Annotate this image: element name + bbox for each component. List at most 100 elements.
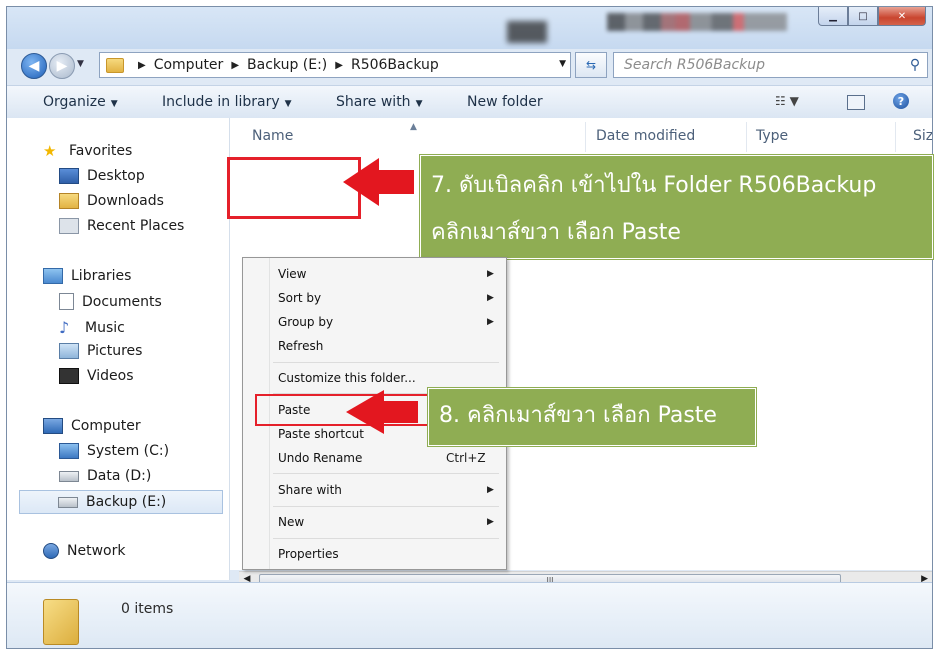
share-with-button[interactable]: Share with ▼ <box>336 94 422 110</box>
nav-documents[interactable]: Documents <box>59 293 162 310</box>
nav-music[interactable]: ♪ Music <box>59 318 125 337</box>
chevron-right-icon[interactable]: ▶ <box>231 60 239 71</box>
nav-label: Downloads <box>87 193 164 209</box>
nav-backup-e[interactable]: Backup (E:) <box>19 490 223 514</box>
nav-data-d[interactable]: Data (D:) <box>59 468 151 484</box>
include-in-library-label: Include in library <box>162 94 280 110</box>
computer-icon <box>43 418 63 434</box>
blurred-background <box>507 21 547 43</box>
command-bar: Organize ▼ Include in library ▼ Share with… <box>7 85 932 119</box>
change-view-icon[interactable]: ☷ ▼ <box>775 94 799 108</box>
share-with-label: Share with <box>336 94 411 110</box>
recent-pages-dropdown[interactable]: ▼ <box>77 59 84 69</box>
organize-button[interactable]: Organize ▼ <box>43 94 118 110</box>
step7-line1: 7. ดับเบิลคลิก เข้าไปใน Folder R506Backu… <box>431 173 877 198</box>
folder-icon <box>106 57 124 73</box>
column-size[interactable]: Size <box>913 128 932 144</box>
menu-group-by[interactable]: Group by <box>278 315 333 329</box>
address-dropdown[interactable]: ▼ <box>559 59 566 69</box>
nav-label: Network <box>67 543 126 559</box>
menu-separator <box>273 538 499 539</box>
nav-desktop[interactable]: Desktop <box>59 168 145 184</box>
blurred-background <box>607 13 787 31</box>
breadcrumb-computer[interactable]: Computer <box>154 57 224 73</box>
nav-label: Data (D:) <box>87 468 152 484</box>
nav-videos[interactable]: Videos <box>59 368 134 384</box>
submenu-arrow-icon: ▶ <box>487 293 494 303</box>
column-divider[interactable] <box>746 122 747 152</box>
address-bar[interactable]: ▶ Computer ▶ Backup (E:) ▶ R506Backup ▼ <box>99 52 571 78</box>
nav-favorites[interactable]: ★ Favorites <box>43 142 132 160</box>
close-button[interactable]: ✕ <box>878 7 926 26</box>
drive-icon <box>58 496 78 508</box>
menu-new[interactable]: New <box>278 515 304 529</box>
nav-label: Backup (E:) <box>86 494 167 510</box>
chevron-right-icon[interactable]: ▶ <box>335 60 343 71</box>
chevron-down-icon: ▼ <box>284 99 292 109</box>
step8-callout: 8. คลิกเมาส์ขวา เลือก Paste <box>428 388 756 446</box>
new-folder-button[interactable]: New folder <box>467 94 543 110</box>
highlight-box <box>227 157 361 219</box>
menu-paste[interactable]: Paste <box>278 403 310 417</box>
submenu-arrow-icon: ▶ <box>487 517 494 527</box>
address-row: ◀ ▶ ▼ ▶ Computer ▶ Backup (E:) ▶ R506Bac… <box>7 49 932 79</box>
column-date-modified[interactable]: Date modified <box>596 128 695 144</box>
arrow-icon <box>343 158 379 206</box>
step8-text: 8. คลิกเมาส์ขวา เลือก Paste <box>439 403 717 428</box>
star-icon: ★ <box>43 142 57 160</box>
chevron-right-icon[interactable]: ▶ <box>138 60 146 71</box>
music-icon: ♪ <box>59 318 70 337</box>
nav-libraries[interactable]: Libraries <box>43 268 131 284</box>
breadcrumb-r506backup[interactable]: R506Backup <box>351 57 439 73</box>
include-in-library-button[interactable]: Include in library ▼ <box>162 94 292 110</box>
column-name[interactable]: Name <box>252 128 293 144</box>
refresh-button[interactable]: ⇆ <box>575 52 607 78</box>
chevron-down-icon: ▼ <box>110 99 118 109</box>
menu-undo-rename[interactable]: Undo Rename <box>278 451 362 465</box>
organize-label: Organize <box>43 94 106 110</box>
arrow-icon <box>346 390 384 434</box>
search-input[interactable]: Search R506Backup ⚲ <box>613 52 928 78</box>
minimize-button[interactable]: ▁ <box>818 7 848 26</box>
step7-line2: คลิกเมาส์ขวา เลือก Paste <box>431 220 681 245</box>
details-pane: 0 items <box>7 582 932 648</box>
column-type[interactable]: Type <box>756 128 788 144</box>
menu-customize-folder[interactable]: Customize this folder... <box>278 371 416 385</box>
menu-sort-by[interactable]: Sort by <box>278 291 321 305</box>
menu-shortcut-text: Ctrl+Z <box>446 451 486 465</box>
back-button[interactable]: ◀ <box>21 53 47 79</box>
nav-computer[interactable]: Computer <box>43 418 141 434</box>
submenu-arrow-icon: ▶ <box>487 317 494 327</box>
title-bar: ▁ □ ✕ <box>7 7 932 49</box>
nav-pictures[interactable]: Pictures <box>59 343 142 359</box>
nav-downloads[interactable]: Downloads <box>59 193 164 209</box>
forward-button[interactable]: ▶ <box>49 53 75 79</box>
navigation-pane: ★ Favorites Desktop Downloads Recent Plac… <box>7 118 230 580</box>
menu-view[interactable]: View <box>278 267 306 281</box>
nav-label: Libraries <box>71 268 132 284</box>
menu-separator <box>273 473 499 474</box>
help-icon[interactable]: ? <box>893 93 909 109</box>
column-divider[interactable] <box>895 122 896 152</box>
search-icon[interactable]: ⚲ <box>903 57 927 73</box>
nav-system-c[interactable]: System (C:) <box>59 443 169 459</box>
nav-network[interactable]: Network <box>43 543 125 559</box>
menu-refresh[interactable]: Refresh <box>278 339 323 353</box>
system-drive-icon <box>59 443 79 459</box>
breadcrumb-backup-e[interactable]: Backup (E:) <box>247 57 327 73</box>
step7-callout: 7. ดับเบิลคลิก เข้าไปใน Folder R506Backu… <box>420 155 933 259</box>
column-divider[interactable] <box>585 122 586 152</box>
nav-label: Recent Places <box>87 218 185 234</box>
menu-share-with[interactable]: Share with <box>278 483 342 497</box>
network-icon <box>43 543 59 559</box>
menu-properties[interactable]: Properties <box>278 547 339 561</box>
downloads-icon <box>59 193 79 209</box>
caption-buttons: ▁ □ ✕ <box>818 7 926 26</box>
maximize-button[interactable]: □ <box>848 7 878 26</box>
preview-pane-icon[interactable] <box>847 95 865 110</box>
nav-label: Documents <box>82 293 162 310</box>
nav-recent-places[interactable]: Recent Places <box>59 218 184 234</box>
chevron-down-icon: ▼ <box>415 99 423 109</box>
menu-separator <box>273 362 499 363</box>
sort-ascending-icon: ▲ <box>410 122 417 132</box>
